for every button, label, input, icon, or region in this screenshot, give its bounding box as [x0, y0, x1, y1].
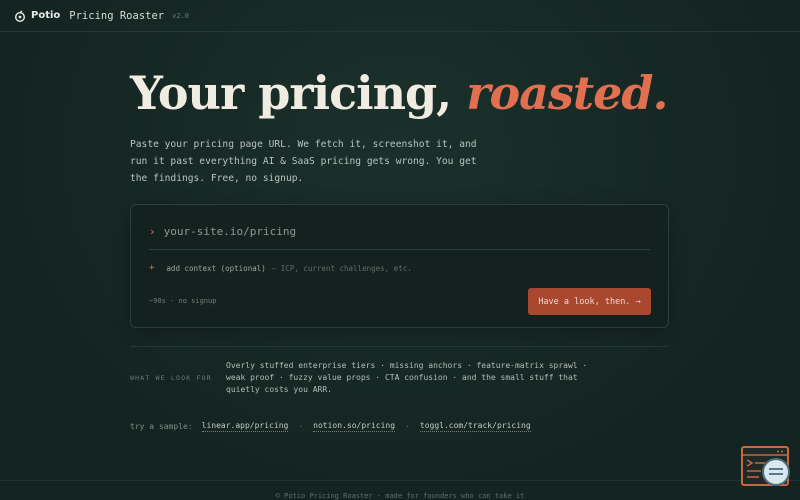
sample-link-linear[interactable]: linear.app/pricing: [201, 421, 289, 432]
url-input[interactable]: [163, 225, 464, 238]
what-we-look-for-label: WHAT WE LOOK FOR: [130, 374, 212, 382]
duration-note: ~90s · no signup: [149, 297, 217, 305]
context-label: add context (optional): [166, 263, 266, 273]
samples-label: try a sample:: [130, 422, 193, 431]
sample-separator: ·: [405, 422, 410, 431]
url-form-card: › + add context (optional) — ICP, curren…: [130, 204, 669, 328]
sample-links: try a sample: linear.app/pricing · notio…: [130, 421, 531, 432]
footer-text: © Potio Pricing Roaster · made for found…: [275, 492, 525, 500]
app-name: Pricing Roaster: [69, 9, 165, 22]
sample-link-toggl[interactable]: toggl.com/track/pricing: [419, 421, 531, 432]
add-context-toggle[interactable]: + add context (optional) — ICP, current …: [149, 263, 412, 273]
url-row: ›: [149, 225, 464, 238]
magnifier-lines-icon: [769, 468, 783, 475]
magnifier-icon[interactable]: [762, 458, 790, 486]
sample-link-notion[interactable]: notion.so/pricing: [313, 421, 396, 432]
page-subtitle: Paste your pricing page URL. We fetch it…: [130, 139, 477, 184]
card-divider: [149, 249, 650, 250]
plus-icon: +: [149, 263, 155, 273]
footer-divider: [0, 480, 800, 481]
sample-separator: ·: [298, 422, 304, 431]
potio-logo-icon[interactable]: [14, 9, 26, 22]
title-accent: roasted.: [466, 66, 668, 120]
submit-button[interactable]: Have a look, then. →: [528, 288, 651, 315]
what-we-look-for-text: Overly stuffed enterprise tiers · missin…: [226, 361, 588, 394]
title-main: Your pricing,: [130, 66, 467, 120]
page-title: Your pricing, roasted.: [130, 66, 669, 120]
prompt-chevron-icon: ›: [149, 225, 156, 238]
top-bar: Potio Pricing Roaster v2.0: [0, 0, 800, 32]
context-hint: — ICP, current challenges, etc.: [271, 263, 412, 273]
version-badge: v2.0: [172, 11, 189, 20]
brand-name[interactable]: Potio: [31, 10, 60, 21]
section-divider: [130, 346, 669, 347]
